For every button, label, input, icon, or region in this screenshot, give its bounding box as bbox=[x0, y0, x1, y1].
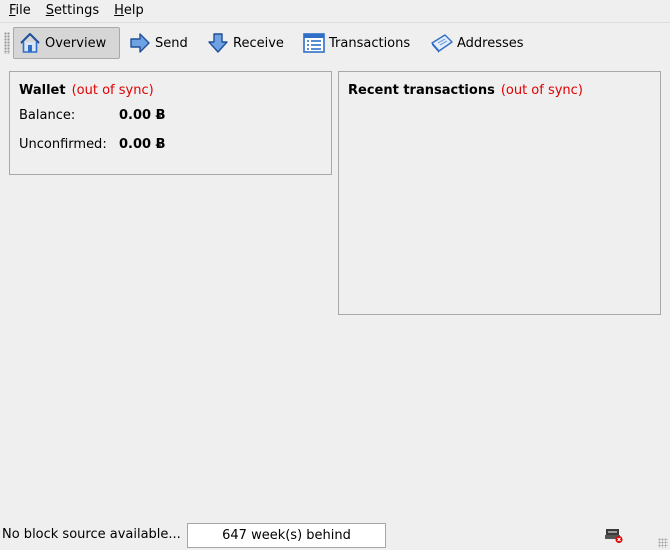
recent-header: Recent transactions (out of sync) bbox=[348, 83, 583, 98]
wallet-title: Wallet bbox=[19, 83, 66, 98]
sync-progress-text: 647 week(s) behind bbox=[222, 528, 351, 543]
resize-grip[interactable] bbox=[658, 538, 668, 548]
address-book-icon bbox=[431, 34, 453, 53]
balance-row: Balance: 0.00 Ƀ bbox=[19, 108, 166, 123]
sync-progress-bar: 647 week(s) behind bbox=[187, 523, 386, 548]
recent-transactions-panel: Recent transactions (out of sync) bbox=[338, 71, 661, 315]
unconfirmed-value: 0.00 Ƀ bbox=[119, 137, 166, 152]
menu-help[interactable]: Help bbox=[105, 0, 144, 22]
tab-overview-label: Overview bbox=[45, 35, 107, 51]
menu-settings-mnemonic: S bbox=[45, 3, 55, 18]
status-message: No block source available... bbox=[2, 527, 181, 542]
wallet-sync-status: (out of sync) bbox=[71, 83, 154, 98]
menu-help-label: elp bbox=[123, 3, 144, 18]
network-disconnected-icon[interactable] bbox=[605, 526, 623, 544]
menu-file[interactable]: File bbox=[0, 0, 31, 22]
menu-help-mnemonic: H bbox=[114, 3, 124, 18]
tab-send[interactable]: Send bbox=[123, 27, 193, 59]
arrow-right-icon bbox=[130, 33, 150, 53]
tab-overview[interactable]: Overview bbox=[13, 27, 120, 59]
arrow-down-icon bbox=[208, 33, 228, 53]
menu-settings[interactable]: Settings bbox=[37, 0, 99, 22]
recent-title: Recent transactions bbox=[348, 83, 495, 98]
tab-receive[interactable]: Receive bbox=[201, 27, 289, 59]
tab-send-label: Send bbox=[155, 35, 188, 51]
tab-transactions[interactable]: Transactions bbox=[297, 27, 415, 59]
toolbar: Overview Send Receive Transactions Addre… bbox=[0, 22, 670, 62]
wallet-header: Wallet (out of sync) bbox=[19, 83, 154, 98]
wallet-panel: Wallet (out of sync) Balance: 0.00 Ƀ Unc… bbox=[9, 71, 332, 175]
list-icon bbox=[303, 33, 325, 53]
toolbar-grip[interactable] bbox=[4, 32, 10, 54]
tab-addresses[interactable]: Addresses bbox=[425, 27, 529, 59]
tab-transactions-label: Transactions bbox=[329, 35, 411, 51]
menu-settings-label: ettings bbox=[54, 3, 100, 18]
menu-file-label: ile bbox=[15, 3, 31, 18]
balance-label: Balance: bbox=[19, 108, 76, 123]
unconfirmed-row: Unconfirmed: 0.00 Ƀ bbox=[19, 137, 166, 152]
menu-bar: File Settings Help bbox=[0, 0, 670, 22]
status-bar: No block source available... 647 week(s)… bbox=[0, 520, 670, 550]
balance-value: 0.00 Ƀ bbox=[119, 108, 166, 123]
tab-addresses-label: Addresses bbox=[457, 35, 524, 51]
tab-receive-label: Receive bbox=[233, 35, 284, 51]
recent-sync-status: (out of sync) bbox=[500, 83, 583, 98]
home-icon bbox=[20, 33, 40, 53]
unconfirmed-label: Unconfirmed: bbox=[19, 137, 107, 152]
